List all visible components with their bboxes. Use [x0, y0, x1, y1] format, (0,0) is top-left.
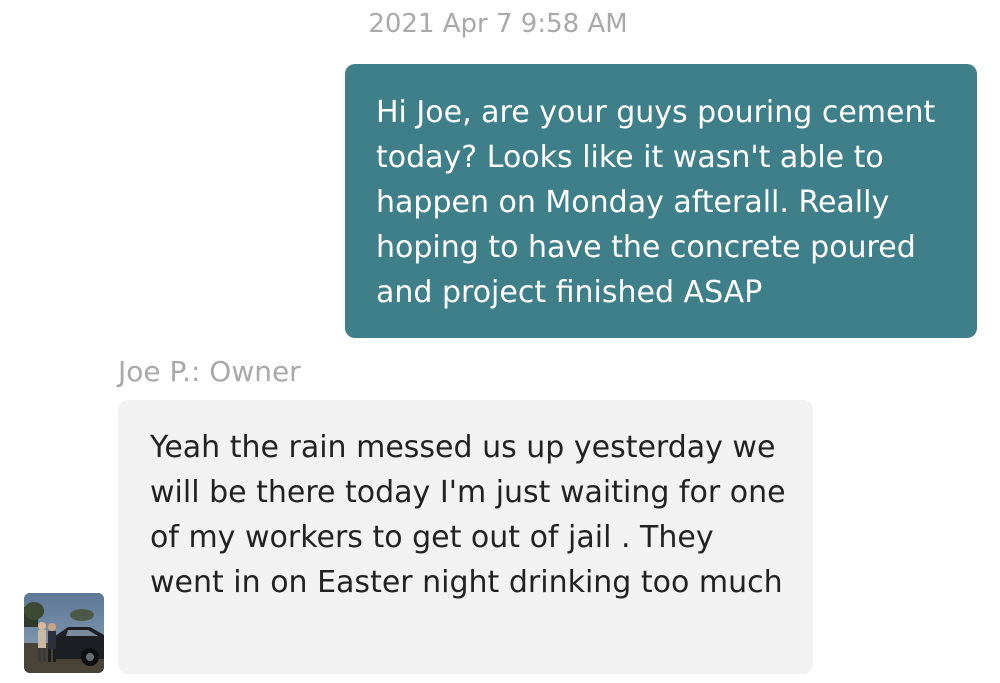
timestamp-text: 2021 Apr 7 9:58 AM — [368, 9, 628, 39]
incoming-message-bubble[interactable]: Yeah the rain messed us up yesterday we … — [118, 400, 813, 674]
avatar-photo-icon — [24, 593, 104, 673]
message-timestamp: 2021 Apr 7 9:58 AM — [0, 4, 1000, 44]
outgoing-message-bubble[interactable]: Hi Joe, are your guys pouring cement tod… — [345, 64, 977, 338]
avatar[interactable] — [24, 593, 104, 673]
sender-label: Joe P.: Owner — [118, 355, 301, 388]
